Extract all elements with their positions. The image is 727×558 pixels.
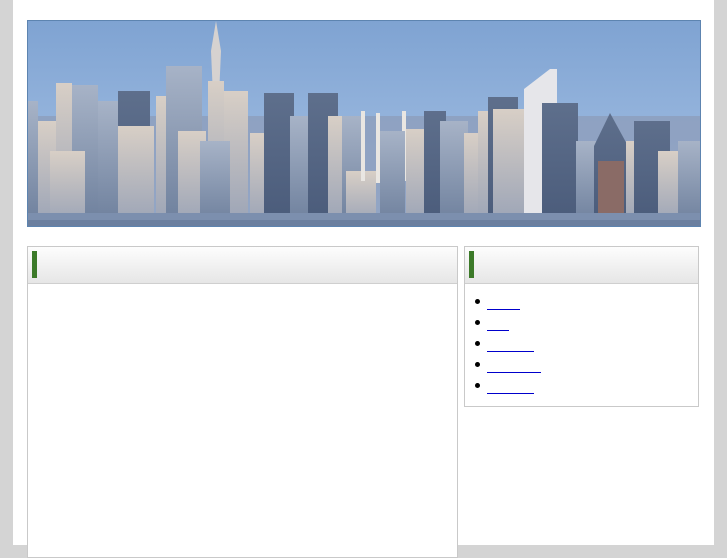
- sidebar-link[interactable]: [487, 358, 541, 373]
- main-panel-header: [28, 247, 457, 284]
- skyline-illustration: [28, 21, 700, 226]
- bullet-icon: [475, 320, 480, 325]
- bullet-icon: [475, 341, 480, 346]
- sidebar-link[interactable]: [487, 295, 520, 310]
- sidebar-panel: [464, 246, 699, 407]
- page-container: [13, 0, 714, 558]
- header-accent-bar: [32, 251, 37, 278]
- header-banner-image: [27, 20, 701, 227]
- sidebar-panel-header: [465, 247, 698, 284]
- bullet-icon: [475, 362, 480, 367]
- sidebar-link[interactable]: [487, 316, 509, 331]
- bullet-icon: [475, 299, 480, 304]
- header-accent-bar: [469, 251, 474, 278]
- sidebar-link[interactable]: [487, 337, 534, 352]
- bullet-icon: [475, 383, 480, 388]
- main-content-panel: [27, 246, 458, 558]
- sidebar-link[interactable]: [487, 379, 534, 394]
